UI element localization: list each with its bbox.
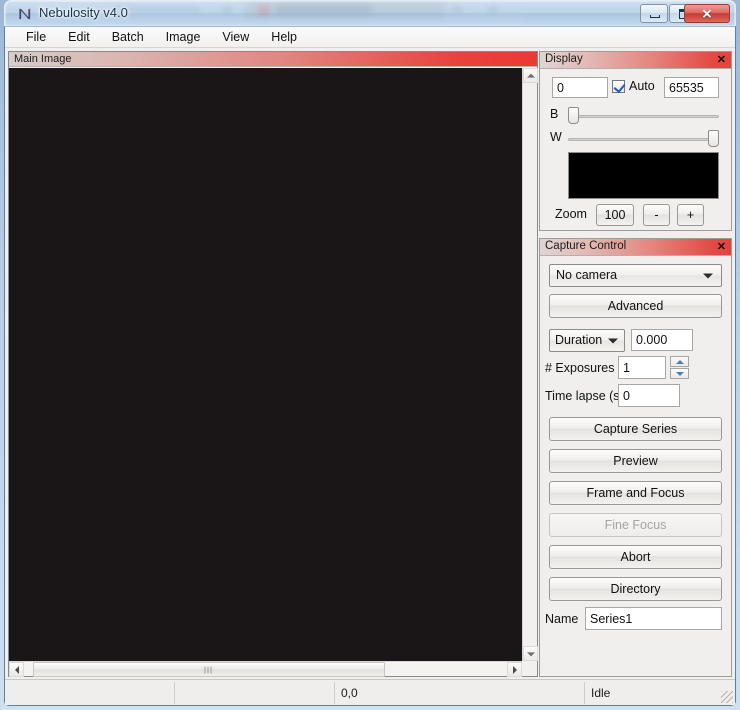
black-slider-thumb[interactable]	[568, 107, 579, 124]
application-window: Nebulosity v4.0 ✕ File Edit Batch Image …	[0, 0, 740, 710]
display-panel-close-icon[interactable]: ✕	[717, 53, 726, 68]
black-level-input[interactable]	[552, 77, 608, 98]
title-bar[interactable]: Nebulosity v4.0 ✕	[4, 0, 736, 26]
zoom-row: Zoom 100 - +	[540, 204, 731, 228]
zoom-in-button[interactable]: +	[677, 204, 704, 226]
frame-and-focus-button[interactable]: Frame and Focus	[549, 481, 722, 505]
stepper-down-button[interactable]	[670, 368, 689, 379]
auto-checkbox-wrap[interactable]: Auto	[612, 79, 655, 93]
black-slider-row: B	[540, 107, 731, 125]
histogram-preview	[568, 152, 719, 199]
white-slider-track[interactable]	[568, 138, 719, 141]
scroll-down-button[interactable]	[523, 646, 538, 661]
menu-item-image[interactable]: Image	[155, 28, 212, 46]
close-button[interactable]: ✕	[684, 4, 730, 23]
white-slider-thumb[interactable]	[708, 130, 719, 147]
white-slider-row: W	[540, 130, 731, 148]
camera-select[interactable]: No camera	[549, 264, 722, 287]
status-pane-secondary	[175, 682, 335, 704]
display-panel-title: Display	[545, 53, 583, 65]
scroll-left-button[interactable]	[9, 662, 24, 677]
zoom-label: Zoom	[555, 207, 587, 221]
chevron-down-icon	[608, 338, 618, 343]
status-pane-message	[5, 682, 175, 704]
chevron-up-icon	[526, 73, 535, 78]
scrollbar-grip-icon	[204, 666, 214, 673]
scrollbar-corner	[522, 661, 537, 676]
white-slider-label: W	[550, 130, 562, 144]
status-pane-state: Idle	[591, 686, 611, 700]
series-name-input[interactable]	[585, 607, 722, 630]
client-area: File Edit Batch Image View Help Main Ima…	[4, 26, 736, 706]
status-pane-coordinates: 0,0	[335, 682, 585, 704]
resize-grip-icon[interactable]	[721, 691, 733, 703]
menu-item-view[interactable]: View	[211, 28, 260, 46]
exposures-label: # Exposures	[545, 361, 615, 375]
chevron-down-icon	[703, 273, 713, 278]
timelapse-label: Time lapse (s)	[545, 389, 624, 403]
zoom-out-button[interactable]: -	[643, 204, 670, 226]
triangle-down-icon	[675, 371, 684, 376]
capture-series-button[interactable]: Capture Series	[549, 417, 722, 441]
window-title: Nebulosity v4.0	[39, 5, 128, 20]
horizontal-scrollbar[interactable]	[9, 661, 522, 677]
capture-panel-header: Capture Control ✕	[540, 239, 731, 256]
chevron-right-icon	[512, 665, 517, 674]
triangle-up-icon	[675, 359, 684, 364]
abort-button[interactable]: Abort	[549, 545, 722, 569]
directory-button[interactable]: Directory	[549, 577, 722, 601]
menu-item-batch[interactable]: Batch	[101, 28, 155, 46]
scroll-up-button[interactable]	[523, 68, 538, 83]
duration-input[interactable]	[631, 329, 693, 351]
display-panel: Display ✕ Auto B W	[539, 51, 732, 231]
fine-focus-button: Fine Focus	[549, 513, 722, 537]
menu-item-help[interactable]: Help	[260, 28, 308, 46]
duration-mode-value: Duration	[555, 333, 603, 347]
chevron-down-icon	[526, 651, 535, 656]
exposures-input[interactable]	[618, 356, 666, 379]
status-bar: 0,0 Idle	[5, 679, 735, 705]
close-icon: ✕	[701, 6, 713, 21]
image-pane-caption: Main Image	[9, 52, 537, 67]
image-canvas[interactable]	[9, 68, 522, 661]
display-panel-header: Display ✕	[540, 52, 731, 69]
black-slider-track[interactable]	[568, 115, 719, 118]
right-panel-column: Display ✕ Auto B W	[539, 51, 732, 677]
white-level-input[interactable]	[664, 77, 719, 98]
menu-bar: File Edit Batch Image View Help	[5, 27, 735, 48]
image-pane: Main Image	[8, 51, 538, 677]
preview-button[interactable]: Preview	[549, 449, 722, 473]
scroll-right-button[interactable]	[507, 662, 522, 677]
auto-checkbox[interactable]	[612, 79, 625, 93]
stepper-up-button[interactable]	[670, 356, 689, 367]
app-n-icon	[19, 8, 31, 20]
zoom-value-button[interactable]: 100	[596, 204, 634, 226]
vertical-scrollbar[interactable]	[522, 68, 538, 661]
auto-checkbox-label: Auto	[629, 79, 655, 93]
minimize-icon	[650, 15, 660, 18]
duration-mode-select[interactable]: Duration	[549, 329, 625, 352]
advanced-button[interactable]: Advanced	[549, 294, 722, 318]
exposures-stepper[interactable]	[670, 356, 689, 379]
horizontal-scrollbar-thumb[interactable]	[33, 662, 385, 677]
chevron-left-icon	[14, 665, 19, 674]
camera-select-value: No camera	[556, 268, 618, 282]
capture-panel-close-icon[interactable]: ✕	[717, 240, 726, 255]
minimize-button[interactable]	[640, 4, 668, 23]
menu-item-edit[interactable]: Edit	[57, 28, 101, 46]
name-label: Name	[545, 612, 579, 626]
black-slider-label: B	[550, 107, 559, 121]
menu-item-file[interactable]: File	[15, 28, 57, 46]
capture-panel-title: Capture Control	[545, 240, 627, 252]
timelapse-input[interactable]	[618, 384, 680, 407]
capture-control-panel: Capture Control ✕ No camera Advanced Dur…	[539, 238, 732, 677]
